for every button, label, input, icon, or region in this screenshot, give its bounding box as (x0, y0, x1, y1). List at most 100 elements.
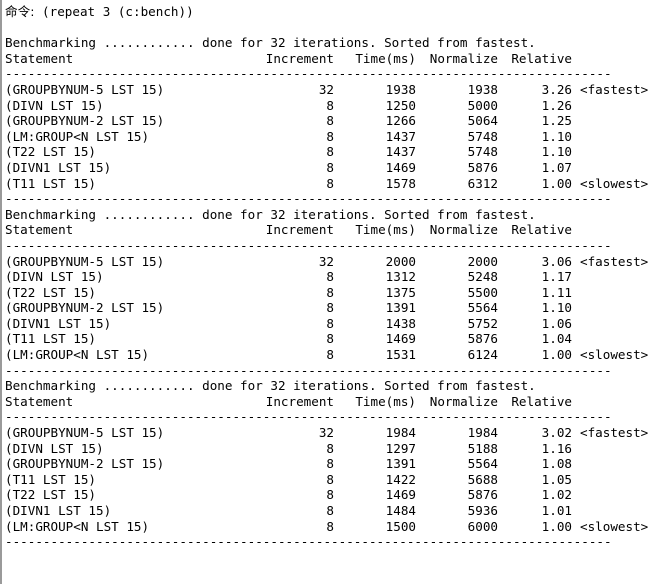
table-row: (GROUPBYNUM-5 LST 15) 32 2000 2000 3.06 <fast… (5, 254, 670, 270)
cell-normalize: 5248 (467, 269, 498, 285)
cell-relative: 1.10 (541, 144, 572, 160)
cell-increment: 8 (326, 347, 334, 363)
table-row: (DIVN1 LST 15) 8 1484 5936 1.01 (5, 503, 670, 519)
cell-increment: 8 (326, 503, 334, 518)
cell-note: <fastest> (580, 425, 649, 441)
table-row: (GROUPBYNUM-5 LST 15) 32 1984 1984 3.02 <fast… (5, 425, 670, 441)
cell-increment: 8 (326, 487, 334, 503)
cell-time: 1266 (385, 113, 416, 129)
separator-rule-top: ----------------------------------------… (5, 409, 612, 425)
table-row: (DIVN1 LST 15) 8 1438 5752 1.06 (5, 316, 670, 332)
cell-statement: (LM:GROUP<N LST 15) (5, 128, 150, 144)
cell-normalize: 5936 (467, 503, 498, 518)
cell-note: <slowest> (580, 518, 649, 534)
benchmark-header-line: Benchmarking ............ done for 32 it… (5, 378, 536, 394)
cell-normalize: 1938 (467, 81, 498, 97)
separator-rule-top: ----------------------------------------… (5, 66, 612, 82)
cell-statement: (GROUPBYNUM-2 LST 15) (5, 113, 165, 129)
cell-time: 1297 (385, 440, 416, 456)
cell-relative: 1.00 (541, 175, 572, 191)
cell-relative: 1.04 (541, 331, 572, 347)
cell-statement: (T11 LST 15) (5, 331, 96, 347)
separator-rule-top: ----------------------------------------… (5, 237, 612, 253)
column-header-statement: Statement (5, 222, 74, 238)
cell-statement: (T22 LST 15) (5, 487, 96, 503)
table-row: (GROUPBYNUM-2 LST 15) 8 1266 5064 1.25 (5, 113, 670, 129)
cell-time: 1437 (385, 128, 416, 144)
separator-rule-bottom: ----------------------------------------… (5, 362, 612, 378)
cell-relative: 3.06 (541, 253, 572, 269)
table-row: (LM:GROUP<N LST 15) 8 1437 5748 1.10 (5, 129, 670, 145)
cell-increment: 8 (326, 456, 334, 472)
column-header-increment: Increment (265, 50, 334, 66)
cell-time: 1578 (385, 175, 416, 191)
cell-relative: 1.05 (541, 471, 572, 487)
cell-statement: (DIVN LST 15) (5, 440, 104, 456)
cell-relative: 1.00 (541, 518, 572, 534)
benchmark-block: Benchmarking ............ done for 32 it… (5, 207, 670, 379)
cell-relative: 1.07 (541, 159, 572, 175)
column-header-relative: Relative (511, 393, 572, 409)
table-row: (DIVN1 LST 15) 8 1469 5876 1.07 (5, 160, 670, 176)
cell-time: 1469 (385, 331, 416, 347)
cell-normalize: 5500 (467, 284, 498, 300)
table-row: (DIVN LST 15) 8 1250 5000 1.26 (5, 98, 670, 114)
cell-relative: 1.17 (541, 269, 572, 285)
cell-increment: 32 (318, 425, 334, 441)
command-text: (repeat 3 (c:bench)) (42, 4, 194, 19)
cell-relative: 3.26 (541, 81, 572, 97)
cell-normalize: 5564 (467, 456, 498, 472)
cell-relative: 1.00 (541, 347, 572, 363)
cell-relative: 1.11 (541, 284, 572, 300)
column-header-normalize: Normalize (429, 222, 498, 238)
cell-normalize: 2000 (467, 253, 498, 269)
cell-normalize: 5748 (467, 144, 498, 160)
command-prompt-line: 命令: (repeat 3 (c:bench)) (5, 4, 670, 20)
cell-relative: 3.02 (541, 425, 572, 441)
cell-statement: (LM:GROUP<N LST 15) (5, 347, 150, 363)
cell-increment: 8 (326, 175, 334, 191)
table-row: (T22 LST 15) 8 1469 5876 1.02 (5, 487, 670, 503)
cell-normalize: 6312 (467, 175, 498, 191)
cell-statement: (GROUPBYNUM-2 LST 15) (5, 456, 165, 472)
cell-relative: 1.02 (541, 487, 572, 503)
table-row: (GROUPBYNUM-2 LST 15) 8 1391 5564 1.10 (5, 300, 670, 316)
cell-normalize: 5188 (467, 440, 498, 456)
column-header-row: Statement Increment Time(ms) Normalize Relat… (5, 394, 670, 410)
cell-time: 1469 (385, 487, 416, 503)
cell-statement: (GROUPBYNUM-2 LST 15) (5, 300, 165, 316)
prompt-label: 命令: (5, 4, 35, 19)
cell-relative: 1.01 (541, 503, 572, 518)
cell-time: 1375 (385, 284, 416, 300)
cell-relative: 1.08 (541, 456, 572, 472)
cell-note: <slowest> (580, 175, 649, 191)
cell-increment: 8 (326, 331, 334, 347)
cell-time: 1938 (385, 81, 416, 97)
cell-increment: 8 (326, 284, 334, 300)
column-header-statement: Statement (5, 393, 74, 409)
cell-increment: 8 (326, 518, 334, 534)
cell-time: 1484 (385, 503, 416, 518)
cell-time: 1984 (385, 425, 416, 441)
cell-normalize: 5876 (467, 159, 498, 175)
cell-time: 1391 (385, 456, 416, 472)
benchmark-header-line: Benchmarking ............ done for 32 it… (5, 206, 536, 222)
cell-increment: 8 (326, 440, 334, 456)
cell-time: 1500 (385, 518, 416, 534)
cell-relative: 1.26 (541, 97, 572, 113)
column-header-row: Statement Increment Time(ms) Normalize Relat… (5, 51, 670, 67)
separator-rule-bottom: ----------------------------------------… (5, 534, 612, 550)
cell-note: <slowest> (580, 347, 649, 363)
cell-increment: 8 (326, 97, 334, 113)
cell-time: 1531 (385, 347, 416, 363)
console-output-pane[interactable]: 命令: (repeat 3 (c:bench)) Benchmarking ..… (0, 0, 670, 584)
cell-statement: (GROUPBYNUM-5 LST 15) (5, 81, 165, 97)
cell-increment: 8 (326, 113, 334, 129)
cell-increment: 8 (326, 471, 334, 487)
column-header-time: Time(ms) (355, 222, 416, 238)
cell-relative: 1.10 (541, 300, 572, 316)
cell-time: 1469 (385, 159, 416, 175)
cell-normalize: 5752 (467, 315, 498, 331)
column-header-statement: Statement (5, 50, 74, 66)
